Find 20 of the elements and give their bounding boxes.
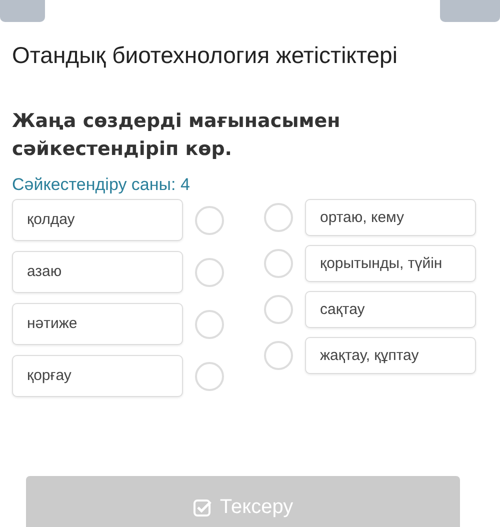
match-circle[interactable] — [264, 249, 293, 278]
term-card[interactable]: қорғау — [12, 355, 183, 397]
definition-card[interactable]: ортаю, кему — [305, 199, 476, 236]
term-card[interactable]: азаю — [12, 251, 183, 293]
page-title: Отандық биотехнология жетістіктері — [12, 42, 398, 69]
match-circle[interactable] — [264, 295, 293, 324]
match-circle[interactable] — [264, 203, 293, 232]
definition-card[interactable]: сақтау — [305, 291, 476, 328]
match-circle[interactable] — [195, 258, 224, 286]
match-circle[interactable] — [195, 310, 224, 338]
definition-card[interactable]: қорытынды, түйін — [305, 245, 476, 282]
checkbox-icon — [192, 498, 213, 518]
definition-card[interactable]: жақтау, құптау — [305, 337, 476, 374]
match-circle[interactable] — [195, 206, 224, 234]
term-card[interactable]: қолдау — [12, 199, 183, 241]
term-card[interactable]: нәтиже — [12, 303, 183, 345]
question-text: Жаңа сөздерді мағынасымен сәйкестендіріп көр. — [12, 109, 342, 162]
match-count: Сәйкестендіру саны: 4 — [12, 175, 191, 195]
match-circle[interactable] — [195, 362, 224, 390]
match-circle[interactable] — [264, 341, 293, 370]
